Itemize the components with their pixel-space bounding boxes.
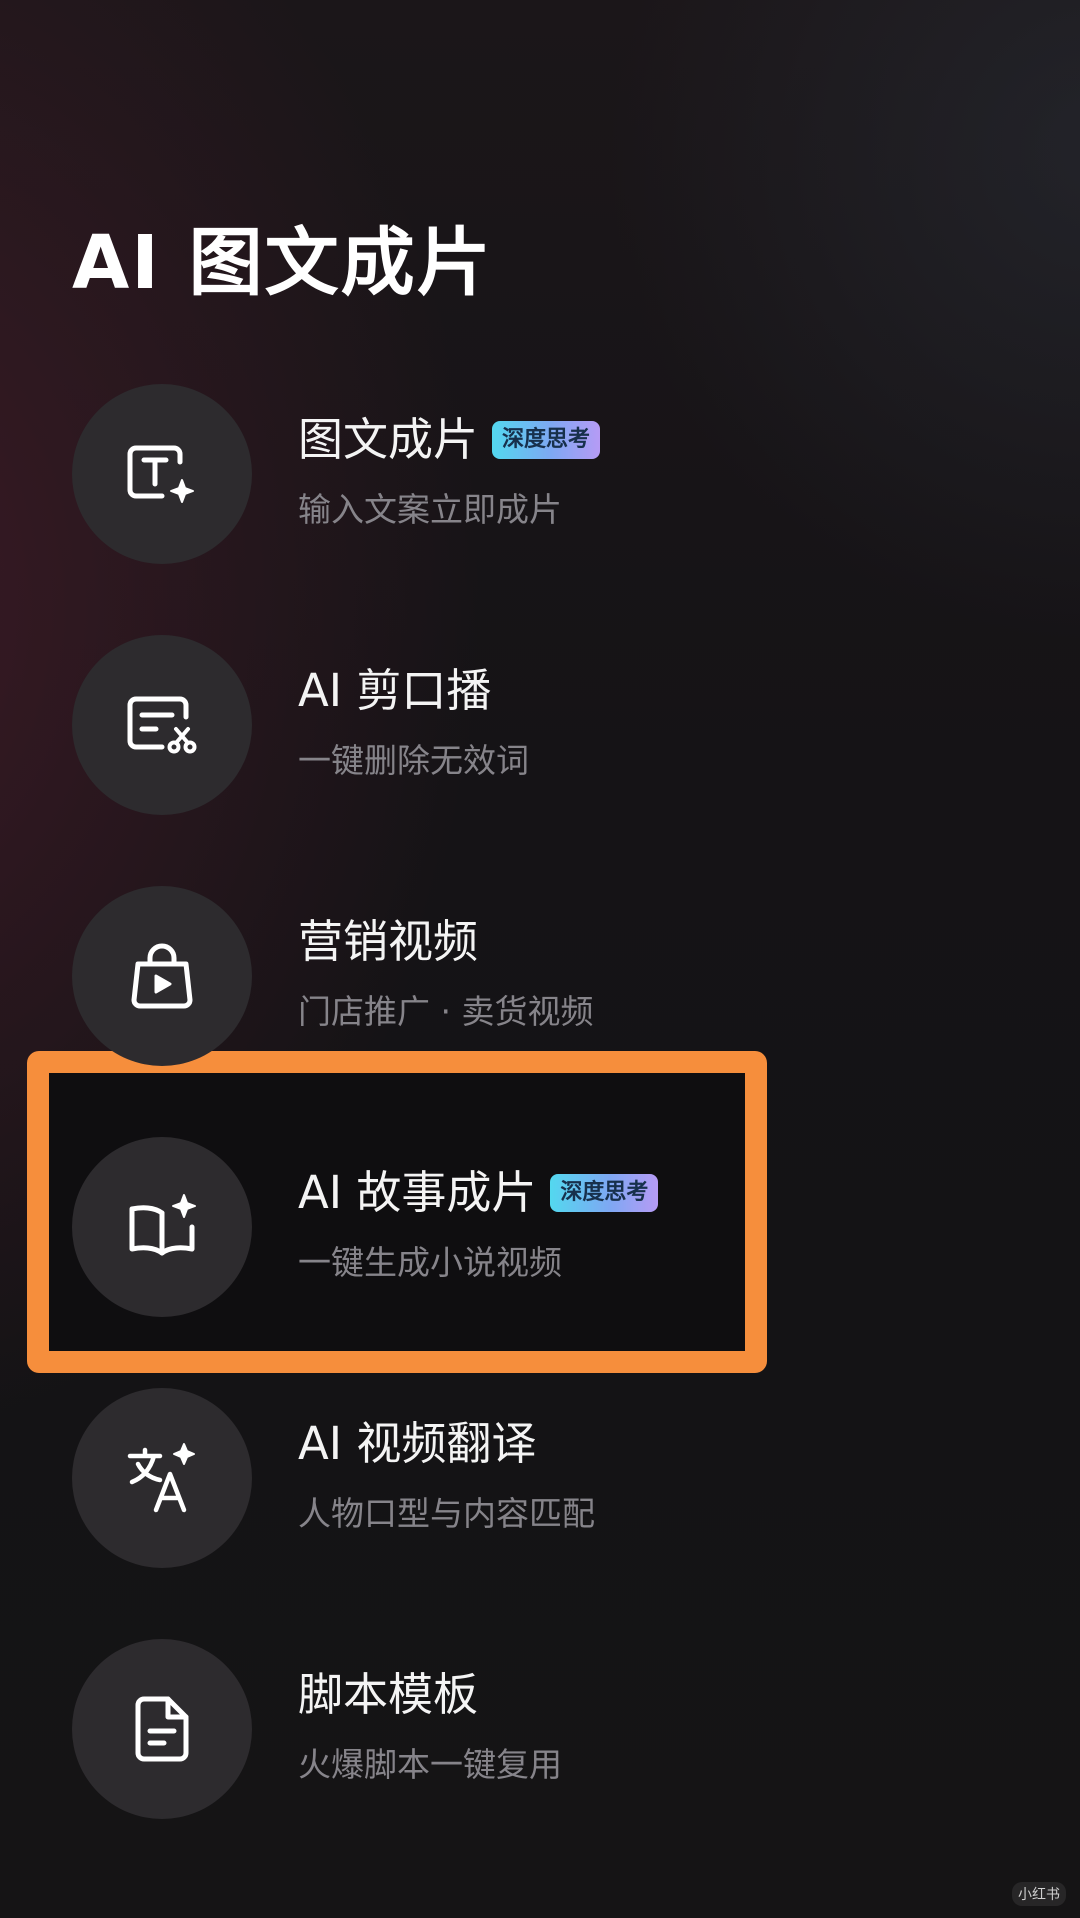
menu-item-marketing-video[interactable]: 营销视频 门店推广 · 卖货视频 [0, 886, 1080, 1066]
item-title: 营销视频 [298, 915, 479, 968]
item-subtitle: 一键删除无效词 [298, 741, 529, 780]
icon-button [72, 1639, 252, 1819]
icon-button [72, 635, 252, 815]
deep-think-badge: 深度思考 [492, 421, 601, 459]
item-subtitle: 火爆脚本一键复用 [298, 1745, 562, 1784]
item-subtitle: 人物口型与内容匹配 [298, 1494, 595, 1533]
page-title: AI 图文成片 [72, 220, 493, 306]
item-title: 图文成片 [298, 413, 479, 466]
shopping-bag-play-icon [131, 943, 193, 1009]
item-subtitle: 一键生成小说视频 [298, 1243, 562, 1282]
menu-item-script-template[interactable]: 脚本模板 火爆脚本一键复用 [0, 1639, 1080, 1819]
item-title: AI 视频翻译 [298, 1417, 537, 1470]
watermark: 小红书 [1012, 1882, 1066, 1906]
text-sparkle-icon [127, 445, 194, 503]
icon-button [72, 886, 252, 1066]
script-cut-icon [127, 696, 197, 754]
item-subtitle: 门店推广 · 卖货视频 [298, 992, 594, 1031]
item-subtitle: 输入文案立即成片 [298, 490, 562, 529]
icon-button [72, 384, 252, 564]
menu-item-ai-story[interactable]: AI 故事成片 深度思考 一键生成小说视频 [0, 1137, 1080, 1317]
menu-item-text-to-video[interactable]: 图文成片 深度思考 输入文案立即成片 [0, 384, 1080, 564]
item-title: AI 故事成片 [298, 1166, 537, 1219]
menu-item-ai-cut[interactable]: AI 剪口播 一键删除无效词 [0, 635, 1080, 815]
icon-button [72, 1137, 252, 1317]
menu-item-video-translate[interactable]: AI 视频翻译 人物口型与内容匹配 [0, 1388, 1080, 1568]
book-sparkle-icon [129, 1194, 196, 1256]
deep-think-badge: 深度思考 [550, 1174, 659, 1212]
icon-button [72, 1388, 252, 1568]
document-icon [135, 1696, 189, 1762]
translate-icon [127, 1443, 195, 1513]
item-title: 脚本模板 [298, 1668, 479, 1721]
item-title: AI 剪口播 [298, 664, 492, 717]
